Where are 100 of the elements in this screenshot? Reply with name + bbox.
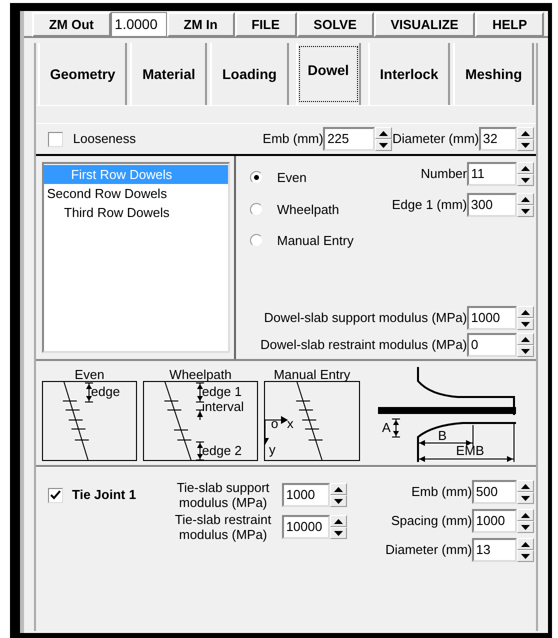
up-arrow-icon <box>521 512 530 518</box>
spin-up-button[interactable] <box>330 515 348 527</box>
spin-down-button[interactable] <box>517 521 534 533</box>
diagram-label: interval <box>202 400 244 414</box>
down-arrow-icon <box>521 348 530 354</box>
spin-up-button[interactable] <box>517 480 534 492</box>
toolbar-button[interactable]: SOLVE <box>296 12 374 37</box>
number-field[interactable]: 0 <box>467 333 517 357</box>
spin-down-button[interactable] <box>517 139 534 151</box>
toolbar-button[interactable]: ZM In <box>166 12 235 37</box>
spin-up-button[interactable] <box>517 509 534 521</box>
spin-down-button[interactable] <box>330 527 348 539</box>
spin-down-button[interactable] <box>517 550 534 562</box>
radio-label: Manual Entry <box>277 232 354 250</box>
toolbar-button[interactable]: FILE <box>234 12 297 37</box>
diagram-label: A <box>382 421 391 435</box>
up-arrow-icon <box>521 196 530 202</box>
down-arrow-icon <box>379 142 388 148</box>
spin-up-button[interactable] <box>517 538 534 550</box>
down-arrow-icon <box>521 178 530 182</box>
spin-down-button[interactable] <box>330 495 348 507</box>
tab[interactable]: Loading <box>210 43 289 105</box>
spin-down-button[interactable] <box>517 318 534 330</box>
tab[interactable]: Material <box>130 43 208 105</box>
checkbox[interactable] <box>48 488 63 502</box>
up-arrow-icon <box>334 486 344 492</box>
number-field[interactable]: 1000 <box>282 483 330 507</box>
down-arrow-icon <box>521 496 530 500</box>
up-arrow-icon <box>521 484 530 488</box>
field-label: Emb (mm) <box>411 483 472 502</box>
radio-button[interactable] <box>250 171 263 184</box>
spin-up-button[interactable] <box>330 483 348 495</box>
diagram-label: EMB <box>456 444 484 458</box>
up-arrow-icon <box>521 542 530 546</box>
radio-label: Wheelpath <box>277 200 340 219</box>
tab[interactable]: Interlock <box>368 43 450 105</box>
diagram-label: edge 1 <box>202 385 242 399</box>
field-label: Spacing (mm) <box>391 512 472 530</box>
radio-button[interactable] <box>250 234 263 248</box>
number-field[interactable]: 11 <box>467 162 517 186</box>
up-arrow-icon <box>521 130 530 136</box>
spin-down-button[interactable] <box>375 139 392 151</box>
tab[interactable]: Meshing <box>453 43 534 105</box>
down-arrow-icon <box>521 322 530 326</box>
field-label: Dowel-slab support modulus (MPa) <box>264 309 467 328</box>
diagram-label: edge <box>91 385 120 399</box>
spin-down-button[interactable] <box>517 345 534 357</box>
number-field[interactable]: 1000 <box>467 306 517 330</box>
diagram-label: edge 2 <box>202 444 242 458</box>
diagram-title: Manual Entry <box>274 369 350 381</box>
diagram-title: Wheelpath <box>169 369 232 381</box>
double-arrow-icon <box>392 418 400 438</box>
spin-up-button[interactable] <box>517 162 534 174</box>
list-item[interactable]: Second Row Dowels <box>44 184 228 203</box>
toolbar-button[interactable]: HELP <box>475 12 544 37</box>
diagram-title: Even <box>74 369 104 381</box>
tab[interactable]: Geometry <box>38 43 128 105</box>
spin-up-button[interactable] <box>517 333 534 345</box>
down-arrow-icon <box>521 554 530 558</box>
check-icon <box>50 490 61 500</box>
toolbar-button[interactable]: ZM Out <box>32 12 111 37</box>
up-arrow-icon <box>521 336 530 342</box>
tab[interactable]: Dowel <box>296 43 361 105</box>
down-arrow-icon <box>521 524 530 530</box>
number-field[interactable]: 10000 <box>282 515 330 539</box>
spin-down-button[interactable] <box>517 492 534 504</box>
list-item[interactable]: Third Row Dowels <box>44 203 228 222</box>
down-arrow-icon <box>334 498 344 504</box>
up-arrow-icon <box>196 410 204 420</box>
field-label: Dowel-slab restraint modulus (MPa) <box>260 336 467 354</box>
up-arrow-icon <box>379 130 388 136</box>
field-label: Emb (mm) <box>262 130 324 148</box>
number-field[interactable]: 13 <box>472 538 517 562</box>
radio-button[interactable] <box>250 202 263 216</box>
number-field[interactable]: 500 <box>472 480 517 504</box>
spin-down-button[interactable] <box>517 205 534 217</box>
field-label: Diameter (mm) <box>385 541 472 560</box>
number-field[interactable]: 32 <box>479 127 517 151</box>
diagram-label: x <box>287 417 294 431</box>
tie-joint-label: Tie Joint 1 <box>72 486 136 504</box>
field-label: Tie-slab support modulus (MPa) <box>176 480 270 510</box>
number-field[interactable]: 300 <box>467 193 517 217</box>
up-arrow-icon <box>521 310 530 314</box>
spin-down-button[interactable] <box>517 174 534 186</box>
diagram-label: y <box>269 443 276 457</box>
spin-up-button[interactable] <box>375 127 392 139</box>
zoom-field[interactable]: 1.0000 <box>110 12 167 37</box>
checkbox[interactable] <box>48 132 63 146</box>
number-field[interactable]: 225 <box>323 127 376 151</box>
spin-up-button[interactable] <box>517 193 534 205</box>
spin-up-button[interactable] <box>517 306 534 318</box>
up-arrow-icon <box>334 518 344 524</box>
down-arrow-icon <box>521 142 530 148</box>
number-field[interactable]: 1000 <box>472 509 517 533</box>
field-label: Number <box>420 165 467 184</box>
spin-up-button[interactable] <box>517 127 534 139</box>
up-arrow-icon <box>521 166 530 170</box>
toolbar-button[interactable]: VISUALIZE <box>374 12 476 37</box>
looseness-label: Looseness <box>73 130 136 148</box>
down-arrow-icon <box>334 530 344 536</box>
